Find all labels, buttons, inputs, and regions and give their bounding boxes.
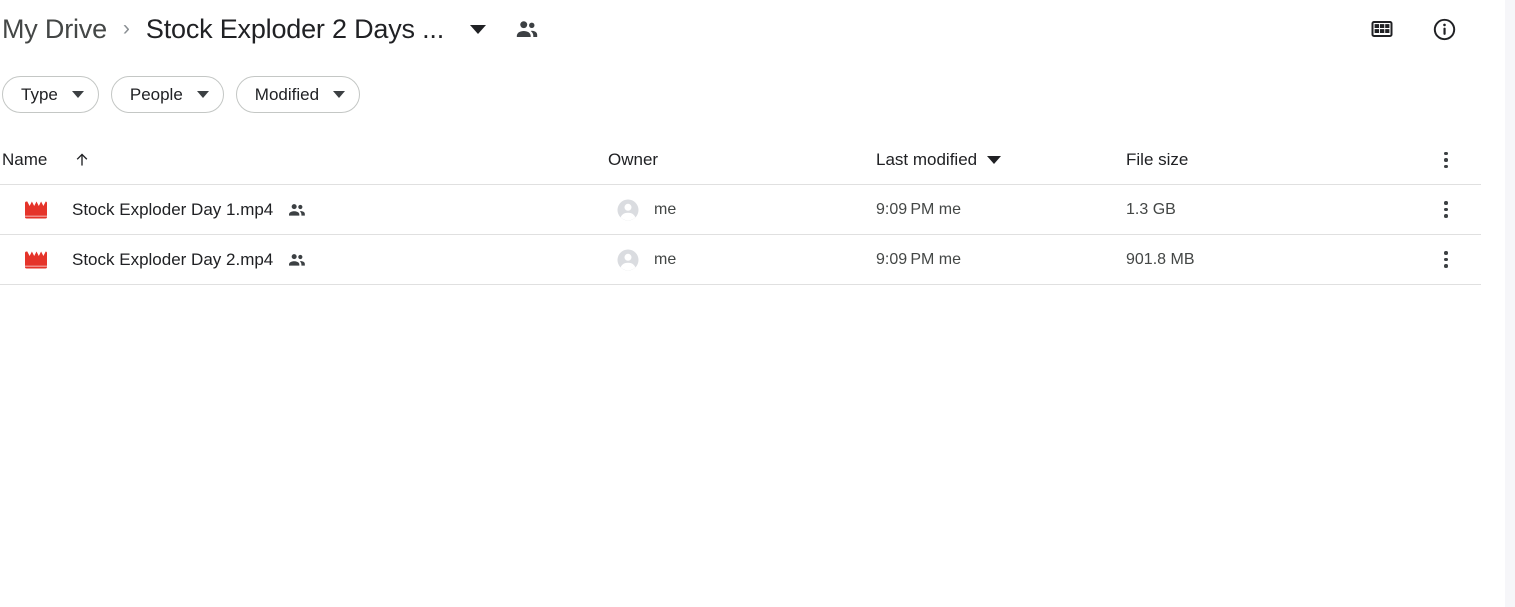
column-header-owner[interactable]: Owner <box>608 150 876 170</box>
filter-chip-modified[interactable]: Modified <box>235 76 361 113</box>
column-header-owner-label: Owner <box>608 150 659 169</box>
table-row[interactable]: Stock Exploder Day 1.mp4 me 9:09 PM me 1… <box>0 185 1481 235</box>
breadcrumb-item-my-drive[interactable]: My Drive <box>2 14 107 45</box>
more-vertical-icon <box>1444 201 1448 218</box>
file-name-label: Stock Exploder Day 2.mp4 <box>72 249 274 269</box>
file-owner-cell: me <box>608 198 876 222</box>
file-size-cell: 1.3 GB <box>1126 201 1416 219</box>
video-clapperboard-icon <box>20 198 52 222</box>
column-header-file-size[interactable]: File size <box>1126 150 1416 170</box>
row-more-button[interactable] <box>1431 185 1461 234</box>
filter-chip-bar: Type People Modified <box>2 76 361 113</box>
row-more-button[interactable] <box>1431 235 1461 284</box>
file-modified-label: 9:09 PM me <box>876 250 962 268</box>
filter-chip-type-label: Type <box>21 84 58 104</box>
account-circle-icon <box>616 198 640 222</box>
file-list-table: Name Owner Last modified File size Stock… <box>0 136 1481 285</box>
breadcrumb-separator: › <box>122 16 130 40</box>
table-row[interactable]: Stock Exploder Day 2.mp4 me 9:09 PM me 9… <box>0 235 1481 285</box>
column-header-name-label: Name <box>2 150 48 169</box>
people-shared-icon <box>287 200 307 220</box>
file-owner-cell: me <box>608 248 876 272</box>
more-vertical-icon <box>1444 151 1448 169</box>
file-size-label: 1.3 GB <box>1126 200 1176 218</box>
column-header-file-size-label: File size <box>1126 150 1189 169</box>
file-owner-label: me <box>654 200 677 218</box>
breadcrumb-item-current-folder[interactable]: Stock Exploder 2 Days ... <box>146 14 444 45</box>
video-clapperboard-icon <box>20 248 52 272</box>
people-shared-icon <box>287 250 307 270</box>
account-circle-icon <box>616 248 640 272</box>
column-header-name[interactable]: Name <box>0 150 608 170</box>
scroll-gutter[interactable] <box>1505 0 1515 607</box>
filter-chip-people-label: People <box>129 84 183 104</box>
file-size-cell: 901.8 MB <box>1126 251 1416 269</box>
file-name-cell: Stock Exploder Day 1.mp4 <box>0 198 608 222</box>
file-size-label: 901.8 MB <box>1126 250 1195 268</box>
filter-chip-people[interactable]: People <box>110 76 224 113</box>
drive-file-list-page: My Drive › Stock Exploder 2 Days ... Typ… <box>0 0 1515 607</box>
grid-view-icon[interactable] <box>1369 16 1395 42</box>
header-actions <box>1369 0 1457 58</box>
info-circle-icon[interactable] <box>1431 16 1457 42</box>
file-modified-cell: 9:09 PM me <box>876 251 1126 269</box>
file-owner-label: me <box>654 250 677 268</box>
column-header-last-modified-label: Last modified <box>876 150 978 169</box>
column-header-last-modified[interactable]: Last modified <box>876 150 1126 170</box>
more-vertical-icon <box>1444 251 1448 268</box>
breadcrumb: My Drive › Stock Exploder 2 Days ... <box>0 0 1505 58</box>
file-modified-label: 9:09 PM me <box>876 200 962 218</box>
chevron-down-icon <box>987 156 1002 164</box>
file-modified-cell: 9:09 PM me <box>876 201 1126 219</box>
filter-chip-type[interactable]: Type <box>2 76 99 113</box>
filter-chip-modified-label: Modified <box>254 84 320 104</box>
table-header-row: Name Owner Last modified File size <box>0 136 1481 185</box>
file-name-label: Stock Exploder Day 1.mp4 <box>72 199 274 219</box>
chevron-down-icon <box>71 91 84 98</box>
arrow-up-icon <box>73 151 91 169</box>
chevron-down-icon[interactable] <box>470 24 487 34</box>
chevron-down-icon <box>333 91 346 98</box>
file-name-cell: Stock Exploder Day 2.mp4 <box>0 248 608 272</box>
table-header-more-button[interactable] <box>1431 136 1461 184</box>
chevron-down-icon <box>196 91 209 98</box>
people-shared-icon[interactable] <box>514 16 540 42</box>
